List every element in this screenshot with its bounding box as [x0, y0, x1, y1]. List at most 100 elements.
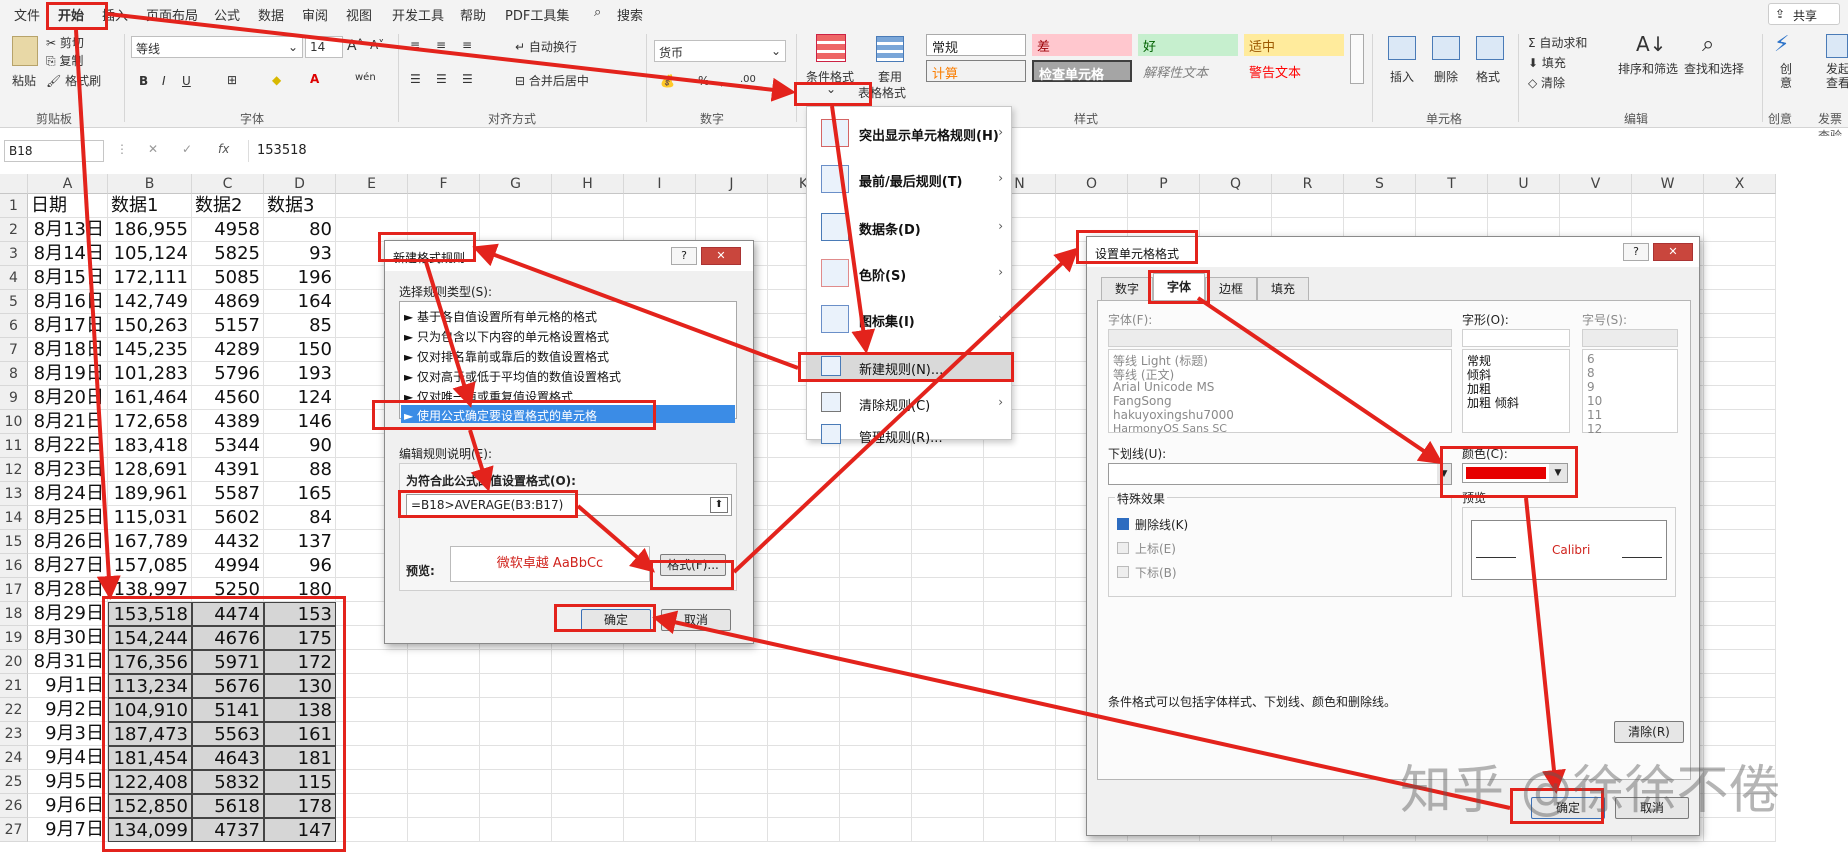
- row-header[interactable]: 5: [0, 290, 28, 314]
- cell[interactable]: 8月14日: [28, 242, 108, 266]
- wrap-button[interactable]: ↵ 自动换行: [515, 38, 577, 55]
- cell[interactable]: [840, 698, 912, 722]
- cell[interactable]: [624, 818, 696, 842]
- cell[interactable]: [912, 650, 984, 674]
- column-header[interactable]: Q: [1200, 174, 1272, 194]
- cell[interactable]: 4994: [192, 554, 264, 578]
- row-header[interactable]: 19: [0, 626, 28, 650]
- cell[interactable]: [768, 626, 840, 650]
- menu-pdf-tools[interactable]: PDF工具集: [505, 5, 569, 24]
- cell[interactable]: [552, 650, 624, 674]
- invoice-label-b[interactable]: 查看: [1826, 74, 1848, 91]
- cell[interactable]: 124: [264, 386, 336, 410]
- align-top-icon[interactable]: ≡: [410, 38, 420, 52]
- cell[interactable]: [552, 218, 624, 242]
- cell[interactable]: [480, 698, 552, 722]
- cell[interactable]: 8月27日: [28, 554, 108, 578]
- format-cells-icon[interactable]: [1476, 36, 1504, 60]
- cell[interactable]: [552, 746, 624, 770]
- underline-icon[interactable]: U: [182, 74, 191, 88]
- row-header[interactable]: 22: [0, 698, 28, 722]
- cell[interactable]: 150: [264, 338, 336, 362]
- insert-cells-icon[interactable]: [1388, 36, 1416, 60]
- tab-border[interactable]: 边框: [1205, 277, 1257, 301]
- rule-type-item[interactable]: ► 仅对排名靠前或靠后的数值设置格式: [404, 348, 609, 365]
- cell[interactable]: [768, 650, 840, 674]
- cell[interactable]: 96: [264, 554, 336, 578]
- cell[interactable]: [480, 674, 552, 698]
- cell[interactable]: 8月26日: [28, 530, 108, 554]
- row-header[interactable]: 3: [0, 242, 28, 266]
- cell[interactable]: [912, 698, 984, 722]
- row-header[interactable]: 23: [0, 722, 28, 746]
- cell[interactable]: 189,961: [108, 482, 192, 506]
- cell[interactable]: [912, 626, 984, 650]
- cell[interactable]: [984, 770, 1056, 794]
- cell[interactable]: [624, 698, 696, 722]
- cell[interactable]: 日期: [28, 194, 108, 218]
- cell[interactable]: [768, 818, 840, 842]
- row-header[interactable]: 27: [0, 818, 28, 842]
- cell[interactable]: [984, 602, 1056, 626]
- cell[interactable]: [840, 626, 912, 650]
- cell[interactable]: [1488, 194, 1560, 218]
- column-header[interactable]: O: [1056, 174, 1128, 194]
- format-cells-label[interactable]: 格式: [1476, 68, 1500, 85]
- cell[interactable]: [624, 746, 696, 770]
- cell[interactable]: 5825: [192, 242, 264, 266]
- cell[interactable]: [984, 650, 1056, 674]
- cell[interactable]: [840, 770, 912, 794]
- cell[interactable]: [408, 674, 480, 698]
- row-header[interactable]: 12: [0, 458, 28, 482]
- cell[interactable]: [840, 674, 912, 698]
- cell[interactable]: [696, 770, 768, 794]
- cell[interactable]: [696, 674, 768, 698]
- cell[interactable]: 161,464: [108, 386, 192, 410]
- cell[interactable]: 85: [264, 314, 336, 338]
- cell[interactable]: [768, 674, 840, 698]
- superscript-checkbox[interactable]: [1117, 542, 1129, 554]
- cell[interactable]: [984, 722, 1056, 746]
- cell[interactable]: [984, 530, 1056, 554]
- cf-menu-item[interactable]: 最前/最后规则(T) ›: [807, 159, 1011, 199]
- row-header[interactable]: 16: [0, 554, 28, 578]
- number-format-combo[interactable]: 货币 ⌄: [654, 40, 786, 62]
- cell[interactable]: 88: [264, 458, 336, 482]
- cell[interactable]: 4958: [192, 218, 264, 242]
- cf-menu-item[interactable]: 清除规则(C) ›: [807, 389, 1011, 417]
- row-header[interactable]: 24: [0, 746, 28, 770]
- cell[interactable]: [768, 530, 840, 554]
- cell[interactable]: 数据1: [108, 194, 192, 218]
- cell[interactable]: [840, 794, 912, 818]
- menu-developer[interactable]: 开发工具: [392, 5, 444, 24]
- cell[interactable]: [696, 650, 768, 674]
- cell[interactable]: 9月6日: [28, 794, 108, 818]
- table-format-icon[interactable]: [876, 36, 904, 62]
- cell[interactable]: [696, 698, 768, 722]
- column-header[interactable]: D: [264, 174, 336, 194]
- cell[interactable]: [984, 554, 1056, 578]
- cell[interactable]: [336, 698, 408, 722]
- cell[interactable]: 8月18日: [28, 338, 108, 362]
- cell[interactable]: [912, 530, 984, 554]
- cell[interactable]: [480, 650, 552, 674]
- cell[interactable]: [912, 746, 984, 770]
- font-list-item[interactable]: hakuyoxingshu7000: [1113, 408, 1234, 422]
- column-header[interactable]: B: [108, 174, 192, 194]
- cell[interactable]: [840, 530, 912, 554]
- style-normal[interactable]: 常规: [926, 34, 1026, 56]
- cell[interactable]: 8月19日: [28, 362, 108, 386]
- cell[interactable]: [1704, 290, 1776, 314]
- cell[interactable]: [1704, 578, 1776, 602]
- cell[interactable]: [1704, 386, 1776, 410]
- cell[interactable]: [984, 674, 1056, 698]
- fill-color-icon[interactable]: ◆: [272, 73, 281, 87]
- cell[interactable]: [768, 698, 840, 722]
- cell[interactable]: [840, 554, 912, 578]
- merge-button[interactable]: ⊟ 合并后居中: [515, 72, 589, 89]
- font-size-combo[interactable]: 14: [305, 36, 343, 58]
- cell[interactable]: 5085: [192, 266, 264, 290]
- cell[interactable]: [912, 482, 984, 506]
- cancel-icon[interactable]: ✕: [148, 142, 158, 156]
- increase-decimal-icon[interactable]: .00: [740, 74, 756, 85]
